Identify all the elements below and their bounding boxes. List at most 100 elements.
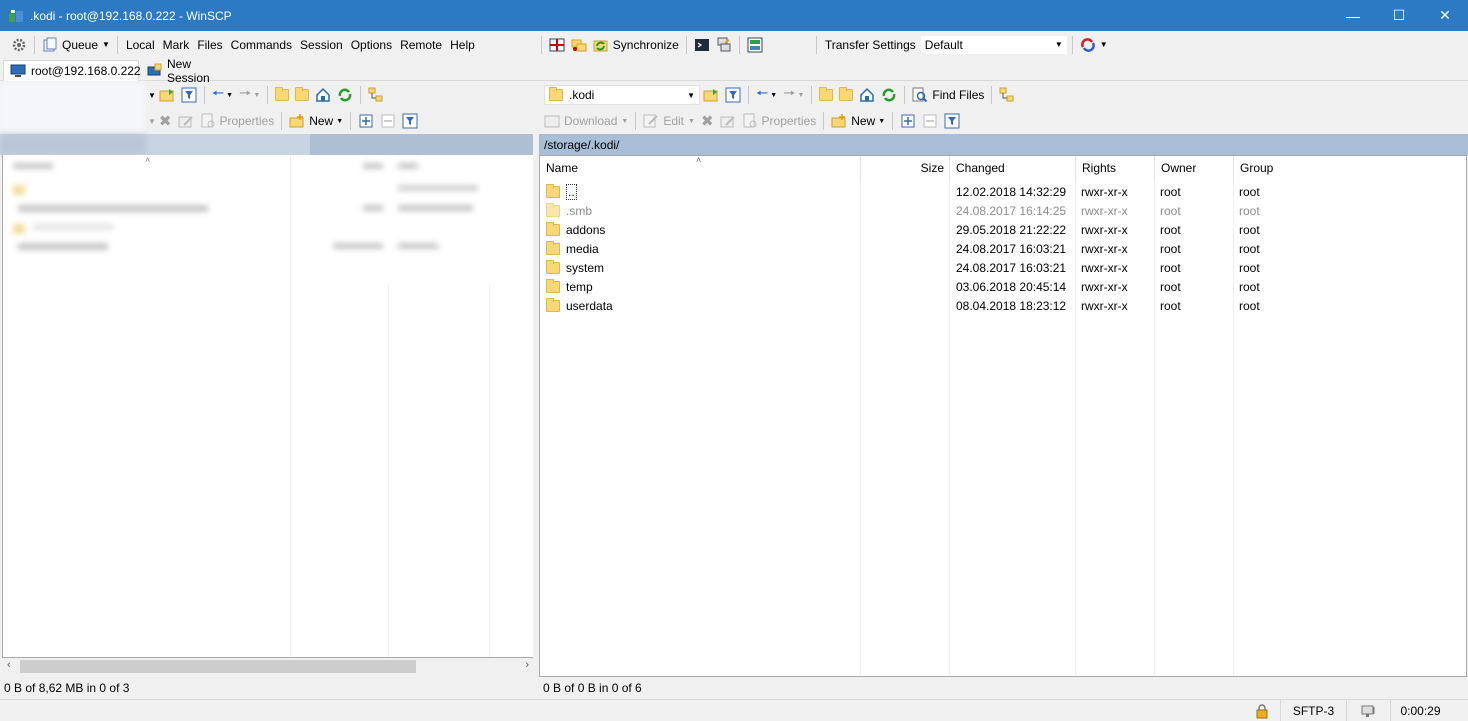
minimize-button[interactable]: — [1330, 0, 1376, 31]
folder-icon [546, 259, 560, 274]
cell-owner: root [1160, 222, 1181, 237]
session-log-button[interactable] [744, 34, 766, 56]
table-row[interactable]: .smb 24.08.2017 16:14:25 rwxr-xr-x root root [540, 201, 1466, 220]
menu-options[interactable]: Options [347, 38, 396, 52]
local-root-directory-button[interactable] [292, 84, 312, 106]
remote-parent-directory-button[interactable] [816, 84, 836, 106]
column-header-changed[interactable]: Changed [950, 156, 1076, 180]
scroll-right-icon[interactable]: › [525, 659, 529, 671]
menu-session[interactable]: Session [296, 38, 347, 52]
local-forward-button[interactable]: 🠖 ▼ [236, 84, 263, 106]
compare-directories-button[interactable] [546, 34, 568, 56]
remote-root-directory-button[interactable] [836, 84, 856, 106]
session-tabs: root@192.168.0.222 New Session [0, 57, 1468, 85]
remote-unselect-files-button[interactable] [919, 110, 941, 132]
table-row[interactable]: temp 03.06.2018 20:45:14 rwxr-xr-x root root [540, 277, 1466, 296]
menu-files[interactable]: Files [193, 38, 226, 52]
find-files-button[interactable]: Find Files [909, 84, 987, 106]
close-button[interactable]: ✕ [1422, 0, 1468, 31]
local-select-files-button[interactable] [355, 110, 377, 132]
remote-tree-button[interactable] [996, 84, 1018, 106]
tab-new-session[interactable]: New Session [140, 57, 238, 85]
menu-mark[interactable]: Mark [159, 38, 194, 52]
cell-changed: 29.05.2018 21:22:22 [956, 222, 1067, 237]
local-horizontal-scrollbar[interactable]: ‹ › [3, 658, 533, 675]
cell-group: root [1239, 241, 1260, 256]
table-row[interactable]: .. 12.02.2018 14:32:29 rwxr-xr-x root root [540, 182, 1466, 201]
remote-delete-button[interactable]: ✖ [698, 110, 717, 132]
local-file-list[interactable]: ˄ [2, 155, 534, 658]
remote-home-button[interactable] [856, 84, 878, 106]
remote-back-button[interactable]: 🠔 ▼ [753, 84, 780, 106]
chevron-down-icon[interactable]: ▼ [148, 91, 156, 100]
open-terminal-button[interactable] [691, 34, 713, 56]
remote-path-bar[interactable]: /storage/.kodi/ [539, 134, 1468, 155]
parent-folder-icon [275, 87, 290, 101]
chevron-down-icon: ▼ [687, 90, 695, 100]
column-header-rights[interactable]: Rights [1076, 156, 1155, 180]
column-header-owner[interactable]: Owner [1155, 156, 1234, 180]
local-filter-files-button[interactable] [399, 110, 421, 132]
folder-icon [549, 87, 563, 101]
column-header-group[interactable]: Group [1234, 156, 1466, 180]
local-delete-button[interactable]: ✖ [156, 110, 175, 132]
menu-help[interactable]: Help [446, 38, 479, 52]
scrollbar-thumb[interactable] [20, 660, 416, 673]
table-row[interactable]: userdata 08.04.2018 18:23:12 rwxr-xr-x root… [540, 296, 1466, 315]
remote-refresh-button[interactable] [878, 84, 900, 106]
rename-icon [178, 113, 194, 129]
transfer-settings-label[interactable]: Transfer Settings [825, 38, 916, 52]
remote-location-select[interactable]: .kodi ▼ [544, 85, 700, 105]
preferences-button[interactable] [8, 34, 30, 56]
cell-owner: root [1160, 203, 1181, 218]
chevron-down-icon: ▼ [148, 116, 156, 126]
local-properties-button[interactable]: Properties [197, 110, 278, 132]
synchronize-browsing-button[interactable] [568, 34, 590, 56]
column-header-size[interactable]: Size [861, 156, 950, 180]
local-new-button[interactable]: New ▼ [286, 110, 346, 132]
remote-forward-button[interactable]: 🠖 ▼ [780, 84, 807, 106]
table-row[interactable]: addons 29.05.2018 21:22:22 rwxr-xr-x root ro… [540, 220, 1466, 239]
local-parent-directory-button[interactable] [272, 84, 292, 106]
remote-open-directory-button[interactable] [700, 84, 722, 106]
open-putty-button[interactable] [713, 34, 735, 56]
local-rename-button[interactable] [175, 110, 197, 132]
remote-filter-button[interactable] [722, 84, 744, 106]
scroll-left-icon[interactable]: ‹ [7, 659, 11, 671]
arrow-right-icon: 🠖 [239, 85, 252, 101]
folder-icon [546, 202, 560, 217]
putty-icon [716, 37, 732, 53]
lock-icon[interactable] [1244, 700, 1280, 721]
local-unselect-files-button[interactable] [377, 110, 399, 132]
reconnect-button[interactable]: ▼ [1077, 34, 1111, 56]
remote-select-files-button[interactable] [897, 110, 919, 132]
maximize-button[interactable]: ☐ [1376, 0, 1422, 31]
local-home-button[interactable] [312, 84, 334, 106]
remote-new-button[interactable]: New ▼ [828, 110, 888, 132]
local-refresh-button[interactable] [334, 84, 356, 106]
find-files-icon [912, 87, 928, 103]
transfer-preset-select[interactable]: Default ▼ [919, 34, 1068, 55]
remote-filter-files-button[interactable] [941, 110, 963, 132]
remote-rename-button[interactable] [717, 110, 739, 132]
local-filter-button[interactable] [178, 84, 200, 106]
dropdown-arrow-icon: ▼ [1099, 40, 1108, 49]
rename-icon [720, 113, 736, 129]
cell-changed: 24.08.2017 16:03:21 [956, 241, 1067, 256]
local-open-directory-button[interactable] [156, 84, 178, 106]
synchronize-button[interactable]: Synchronize [590, 34, 682, 56]
table-row[interactable]: media 24.08.2017 16:03:21 rwxr-xr-x root roo… [540, 239, 1466, 258]
table-row[interactable]: system 24.08.2017 16:03:21 rwxr-xr-x root ro… [540, 258, 1466, 277]
edit-button[interactable]: Edit ▼ [640, 110, 698, 132]
remote-file-list[interactable]: Name ˄ Size Changed Rights Owner Group .… [539, 155, 1467, 677]
download-button[interactable]: Download ▼ [541, 110, 631, 132]
menu-local[interactable]: Local [122, 38, 159, 52]
queue-button[interactable]: Queue ▼ [39, 34, 113, 56]
menu-remote[interactable]: Remote [396, 38, 446, 52]
tab-session-root[interactable]: root@192.168.0.222 [3, 60, 141, 81]
menu-commands[interactable]: Commands [227, 38, 296, 52]
remote-properties-button[interactable]: Properties [739, 110, 820, 132]
local-back-button[interactable]: 🠔 ▼ [209, 84, 236, 106]
remote-status: 0 B of 0 B in 0 of 6 [543, 681, 642, 695]
local-tree-button[interactable] [365, 84, 387, 106]
